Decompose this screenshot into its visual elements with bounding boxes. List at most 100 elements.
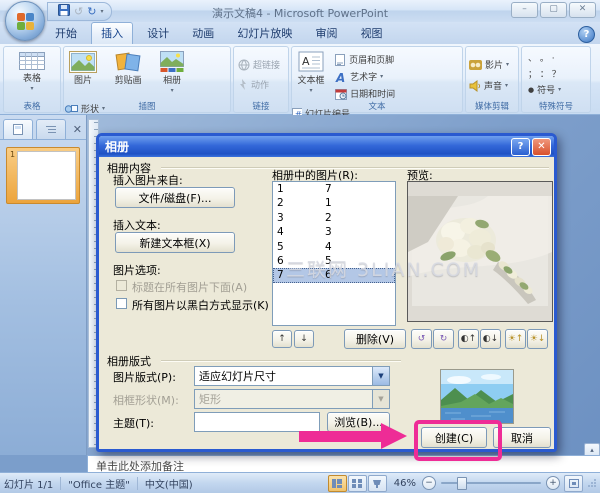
- brightness-up-button[interactable]: ☀↑: [505, 329, 526, 349]
- slideshow-view-button[interactable]: [368, 475, 387, 492]
- tab-animations[interactable]: 动画: [183, 23, 223, 44]
- ribbon-tab-row: 开始 插入 设计 动画 幻灯片放映 审阅 视图: [0, 22, 600, 44]
- watermark: 三联网 3LIAN.COM: [286, 255, 481, 282]
- theme-input[interactable]: [194, 412, 320, 432]
- shapes-icon: [64, 103, 78, 115]
- undo-icon[interactable]: ↺: [74, 4, 83, 19]
- tab-design[interactable]: 设计: [138, 23, 178, 44]
- picture-button[interactable]: 图片: [64, 47, 102, 86]
- symbol-dropdown-button[interactable]: ● 符号 ▾: [528, 82, 594, 97]
- list-item[interactable]: 21: [273, 196, 395, 210]
- movie-button[interactable]: 影片▾: [469, 57, 521, 72]
- preview-image: [407, 181, 553, 322]
- help-icon[interactable]: ?: [578, 26, 595, 43]
- slide-thumbnail-1[interactable]: 1: [6, 147, 80, 204]
- outline-tab[interactable]: [36, 119, 66, 139]
- textbox-button[interactable]: A 文本框 ▾: [292, 47, 330, 96]
- dialog-help-button[interactable]: ?: [511, 138, 530, 156]
- rotate-right-button[interactable]: ↻: [433, 329, 454, 349]
- dialog-title-bar[interactable]: 相册 ? ✕: [99, 136, 554, 157]
- group-label-media: 媒体剪辑: [466, 100, 518, 112]
- file-disk-button[interactable]: 文件/磁盘(F)...: [115, 187, 235, 208]
- punctuation-row-2[interactable]: ； ： ？: [528, 66, 594, 81]
- tab-home[interactable]: 开始: [46, 23, 86, 44]
- theme-preview-image: [440, 369, 514, 424]
- tab-insert[interactable]: 插入: [91, 22, 133, 44]
- move-down-button[interactable]: ↓: [294, 330, 314, 348]
- normal-view-button[interactable]: [328, 475, 347, 492]
- group-label-special: 特殊符号: [522, 100, 590, 112]
- qat-dropdown-icon[interactable]: ▾: [100, 8, 103, 15]
- list-item[interactable]: 32: [273, 211, 395, 225]
- hyperlink-button[interactable]: 超链接: [238, 57, 292, 72]
- sound-button[interactable]: 声音▾: [469, 78, 521, 93]
- language-indicator[interactable]: 中文(中国): [145, 476, 193, 491]
- zoom-level[interactable]: 46%: [394, 478, 416, 489]
- speaker-icon: [469, 80, 481, 92]
- slides-tab-icon: [13, 124, 23, 135]
- photo-album-dialog: 相册 ? ✕ 相册内容 插入图片来自: 文件/磁盘(F)... 插入文本: 新建…: [96, 133, 557, 452]
- tab-slideshow[interactable]: 幻灯片放映: [228, 23, 301, 44]
- picture-options-label: 图片选项:: [113, 262, 161, 278]
- fit-to-window-button[interactable]: [564, 475, 583, 492]
- contrast-up-button[interactable]: ◐↑: [458, 329, 479, 349]
- resize-grip[interactable]: [588, 479, 596, 487]
- redo-icon[interactable]: ↻: [87, 4, 96, 19]
- punctuation-row-1[interactable]: 、 。 ·: [528, 50, 594, 65]
- tab-view[interactable]: 视图: [352, 23, 392, 44]
- theme-name: "Office 主题": [68, 476, 130, 491]
- captions-checkbox[interactable]: [116, 280, 127, 291]
- black-white-checkbox-label[interactable]: 所有图片以黑白方式显示(K): [132, 297, 269, 313]
- panel-close-icon[interactable]: ✕: [73, 121, 82, 139]
- chevron-down-icon: ▾: [380, 73, 383, 80]
- wordart-button[interactable]: A 艺术字▾: [335, 69, 409, 84]
- list-item[interactable]: 17: [273, 182, 395, 196]
- captions-checkbox-label[interactable]: 标题在所有图片下面(A): [132, 279, 247, 295]
- clipart-button[interactable]: 剪贴画: [107, 47, 149, 86]
- notes-pane[interactable]: 单击此处添加备注: [87, 455, 600, 473]
- picture-layout-select[interactable]: 适应幻灯片尺寸 ▼: [194, 366, 390, 386]
- combo-arrow-icon: ▼: [372, 390, 389, 408]
- slide-sorter-view-button[interactable]: [348, 475, 367, 492]
- new-textbox-button[interactable]: 新建文本框(X): [115, 232, 235, 253]
- date-time-button[interactable]: 日期和时间: [335, 86, 409, 101]
- fit-to-window-icon: [569, 479, 579, 488]
- page-icon: [335, 54, 346, 66]
- annotation-arrow: [299, 431, 381, 442]
- frame-shape-select[interactable]: 矩形 ▼: [194, 389, 390, 409]
- chevron-down-icon: ▾: [506, 61, 509, 68]
- shapes-button[interactable]: 形状▾: [64, 101, 120, 116]
- picture-icon: [69, 51, 97, 73]
- action-button[interactable]: 动作: [238, 77, 292, 92]
- table-button[interactable]: 表格 ▾: [4, 47, 60, 94]
- header-footer-button[interactable]: 页眉和页脚: [335, 52, 409, 67]
- quick-access-toolbar: ↺ ↻ ▾: [47, 2, 112, 21]
- pictures-list[interactable]: 17 21 32 43 54 65 76: [272, 181, 396, 326]
- zoom-out-button[interactable]: −: [422, 476, 436, 490]
- list-item[interactable]: 43: [273, 225, 395, 239]
- remove-button[interactable]: 删除(V): [344, 329, 406, 349]
- list-item[interactable]: 54: [273, 240, 395, 254]
- brightness-down-button[interactable]: ☀↓: [527, 329, 548, 349]
- frame-shape-label: 相框形状(M):: [113, 392, 179, 408]
- clock-calendar-icon: [335, 88, 347, 100]
- slides-tab[interactable]: [3, 119, 33, 139]
- slide-thumbnail-canvas: [17, 151, 76, 200]
- rotate-left-button[interactable]: ↺: [411, 329, 432, 349]
- contrast-down-button[interactable]: ◐↓: [480, 329, 501, 349]
- svg-text:A: A: [302, 55, 310, 68]
- tab-review[interactable]: 审阅: [306, 23, 346, 44]
- maximize-button[interactable]: ▢: [540, 2, 567, 18]
- move-up-button[interactable]: ↑: [272, 330, 292, 348]
- photo-album-button[interactable]: 相册 ▾: [154, 47, 190, 96]
- zoom-slider-thumb[interactable]: [457, 477, 467, 490]
- office-button[interactable]: [5, 1, 45, 41]
- combo-arrow-icon[interactable]: ▼: [372, 367, 389, 385]
- zoom-slider[interactable]: [441, 482, 541, 484]
- black-white-checkbox[interactable]: [116, 298, 127, 309]
- save-icon[interactable]: [58, 4, 70, 20]
- zoom-in-button[interactable]: +: [546, 476, 560, 490]
- dialog-close-button[interactable]: ✕: [532, 138, 551, 156]
- close-button[interactable]: ✕: [569, 2, 596, 18]
- minimize-button[interactable]: –: [511, 2, 538, 18]
